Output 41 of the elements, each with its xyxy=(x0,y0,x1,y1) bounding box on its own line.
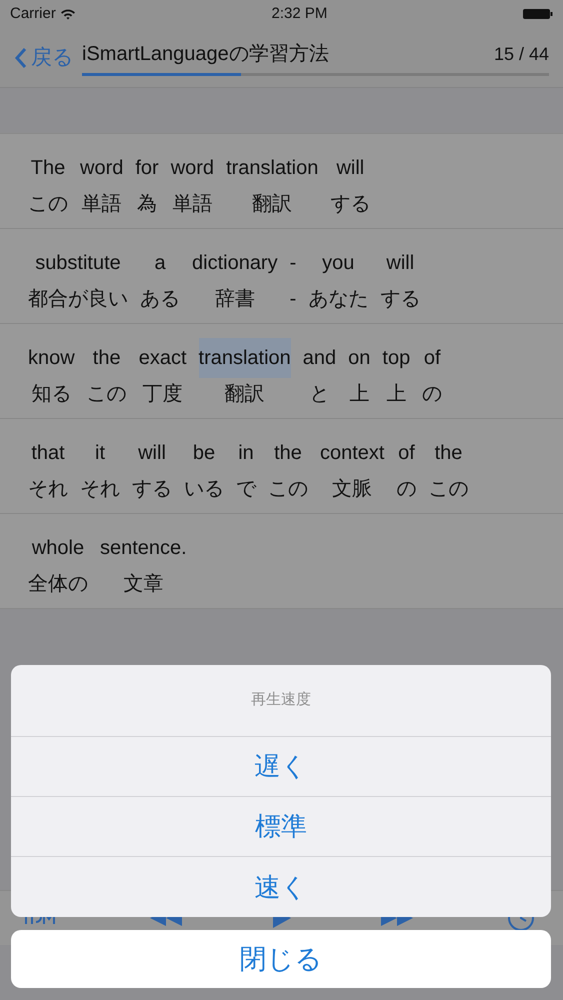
word-pair[interactable]: it それ xyxy=(80,433,120,499)
word-pair[interactable]: and と xyxy=(302,338,336,404)
word-pair[interactable]: the この xyxy=(268,433,308,499)
word-pair[interactable]: will する xyxy=(132,433,172,499)
speed-option[interactable]: 標準 xyxy=(11,797,551,857)
word-pair[interactable]: the この xyxy=(86,338,127,404)
word-pair[interactable]: the この xyxy=(428,433,468,499)
word-pair[interactable]: in で xyxy=(236,433,256,499)
nav-title: iSmartLanguageの学習方法 xyxy=(82,42,329,67)
word-pair[interactable]: a ある xyxy=(140,243,180,309)
word-pair[interactable]: word 単語 xyxy=(80,148,124,214)
word-pair[interactable]: The この xyxy=(28,148,68,214)
word-pair[interactable]: translation 翻訳 xyxy=(226,148,318,214)
carrier-label: Carrier xyxy=(10,4,56,24)
word-pair[interactable]: know 知る xyxy=(28,338,75,404)
wifi-icon xyxy=(60,8,76,20)
word-pair[interactable]: will する xyxy=(330,148,370,214)
speed-option[interactable]: 遅く xyxy=(11,737,551,797)
word-pair[interactable]: be いる xyxy=(184,433,224,499)
word-pair[interactable]: sentence. 文章 xyxy=(100,528,187,594)
page-counter: 15 / 44 xyxy=(494,42,549,66)
word-pair[interactable]: context 文脈 xyxy=(320,433,384,499)
word-pair[interactable]: of の xyxy=(396,433,416,499)
word-pair[interactable]: on 上 xyxy=(348,338,370,404)
word-pair[interactable]: of の xyxy=(422,338,442,404)
word-pair[interactable]: substitute 都合が良い xyxy=(28,243,128,309)
word-pair[interactable]: will する xyxy=(380,243,420,309)
word-pair[interactable]: top 上 xyxy=(382,338,410,404)
word-pair[interactable]: - - xyxy=(290,243,296,309)
word-pair[interactable]: whole 全体の xyxy=(28,528,88,594)
close-button[interactable]: 閉じる xyxy=(11,930,551,988)
word-pair[interactable]: you あなた xyxy=(308,243,368,309)
word-pair[interactable]: word 単語 xyxy=(170,148,214,214)
word-pair[interactable]: exact 丁度 xyxy=(138,338,187,404)
word-pair[interactable]: that それ xyxy=(28,433,68,499)
battery-icon xyxy=(523,8,553,20)
word-pair[interactable]: dictionary 辞書 xyxy=(192,243,278,309)
speed-option[interactable]: 速く xyxy=(11,857,551,917)
sheet-title: 再生速度 xyxy=(11,665,551,737)
status-time: 2:32 PM xyxy=(271,4,328,24)
word-pair[interactable]: for 為 xyxy=(135,148,159,214)
